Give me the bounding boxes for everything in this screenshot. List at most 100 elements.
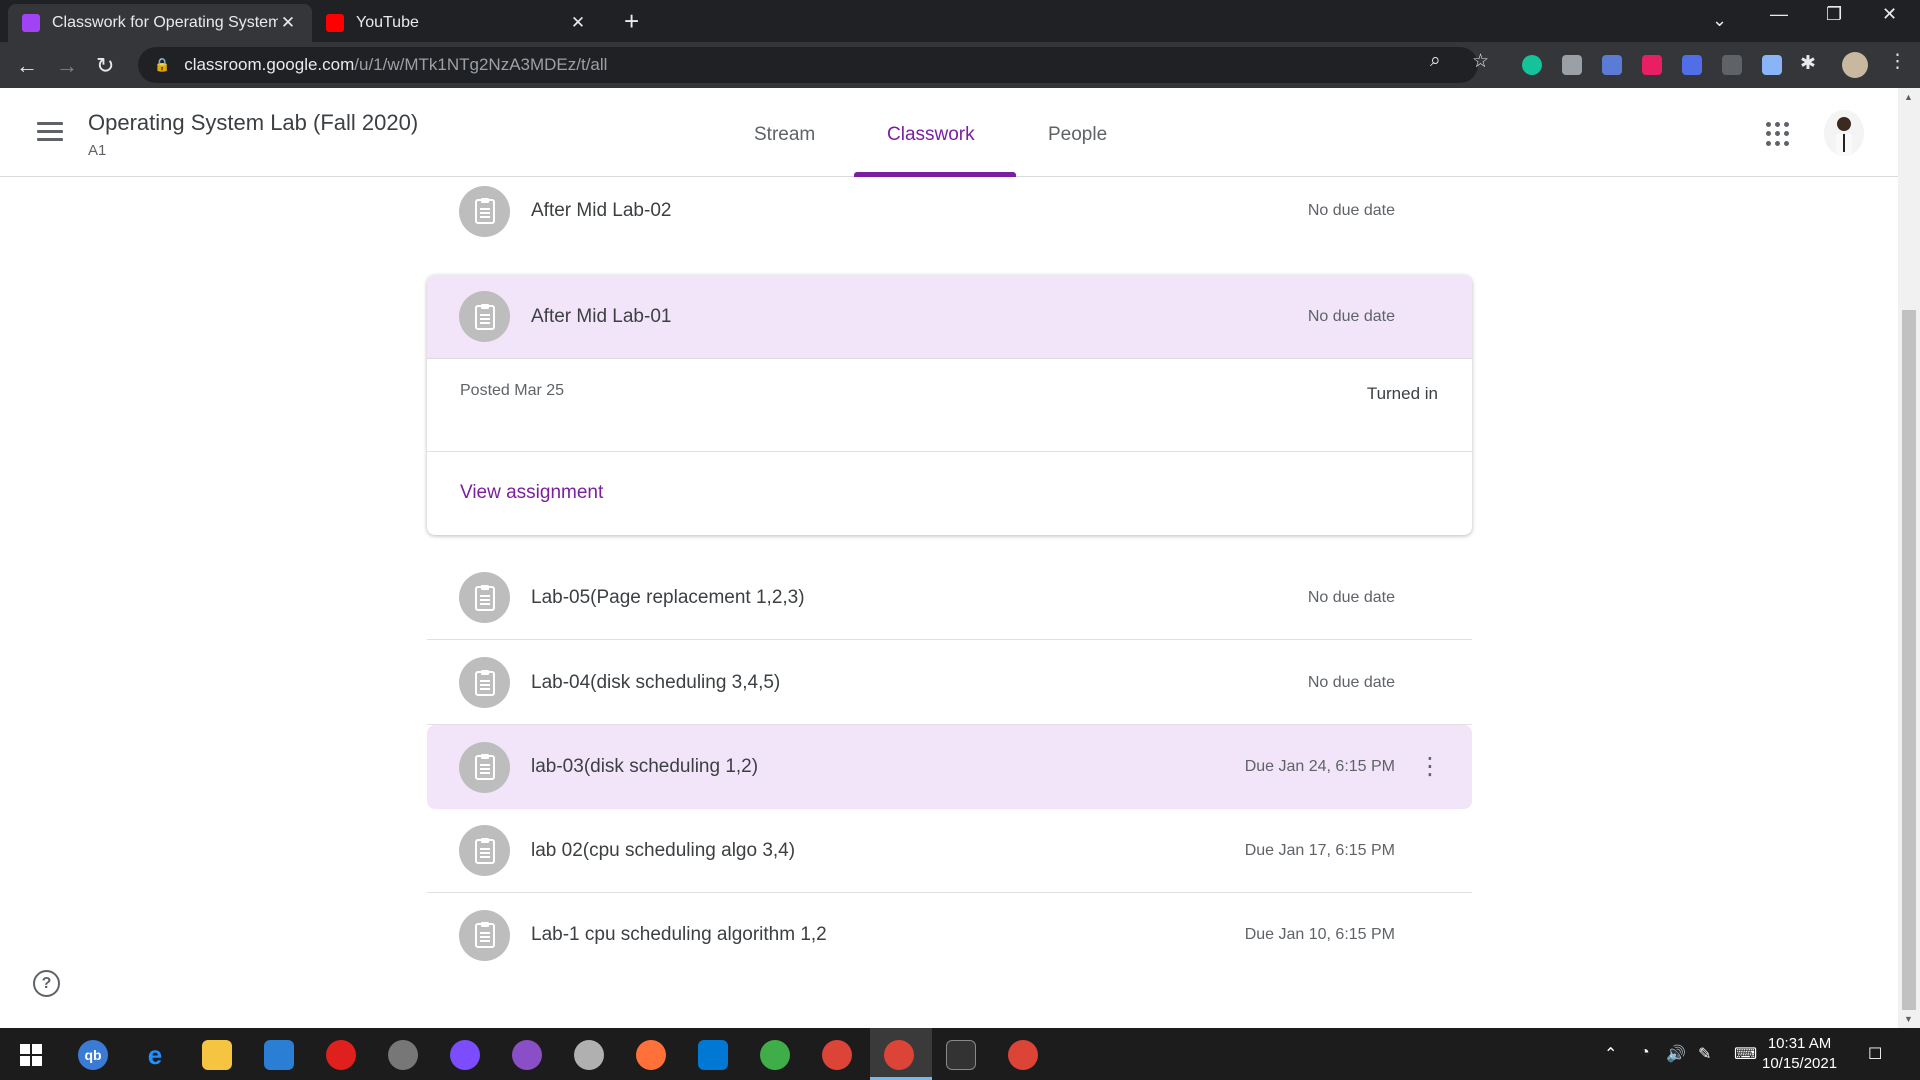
assignment-icon <box>459 657 510 708</box>
reload-icon[interactable]: ↻ <box>96 53 114 79</box>
extension-icon[interactable] <box>1602 55 1622 75</box>
notification-icon[interactable]: ☐ <box>1868 1044 1882 1064</box>
tab-stream[interactable]: Stream <box>754 124 815 146</box>
course-section: A1 <box>88 142 107 159</box>
new-tab-button[interactable]: + <box>624 6 639 37</box>
app-icon[interactable] <box>388 1040 418 1070</box>
clock-time: 10:31 AM <box>1767 1035 1832 1052</box>
puzzle-icon[interactable]: ✱ <box>1800 52 1816 75</box>
tab-classwork[interactable]: Classwork <box>887 124 975 146</box>
download-extension-icon[interactable] <box>1682 55 1702 75</box>
avatar[interactable] <box>1824 110 1864 156</box>
assignment-icon <box>459 909 510 961</box>
more-options-icon[interactable]: ⋮ <box>1418 755 1442 779</box>
terminal-icon[interactable] <box>946 1040 976 1070</box>
assignment-title: After Mid Lab-01 <box>531 306 672 327</box>
assignment-title: lab 02(cpu scheduling algo 3,4) <box>531 839 796 861</box>
divider <box>427 451 1472 452</box>
volume-icon[interactable]: 🔊 <box>1666 1044 1686 1064</box>
clock-date: 10/15/2021 <box>1762 1055 1838 1072</box>
assignment-row[interactable]: Lab-1 cpu scheduling algorithm 1,2 Due J… <box>427 893 1472 977</box>
profile-avatar[interactable] <box>1842 52 1868 78</box>
keyboard-icon[interactable]: ⌨ <box>1734 1044 1757 1064</box>
url-text: classroom.google.com/u/1/w/MTk1NTg2NzA3M… <box>184 55 607 75</box>
course-title[interactable]: Operating System Lab (Fall 2020) <box>88 110 418 136</box>
chrome-profile-icon[interactable] <box>1008 1040 1038 1070</box>
assignment-due: Due Jan 10, 6:15 PM <box>1244 926 1395 943</box>
scroll-thumb[interactable] <box>1902 310 1916 1010</box>
assignment-row[interactable]: Lab-05(Page replacement 1,2,3) No due da… <box>427 556 1472 640</box>
google-apps-icon[interactable] <box>1766 122 1790 146</box>
app-icon[interactable] <box>760 1040 790 1070</box>
menu-kebab-icon[interactable]: ⋮ <box>1888 50 1907 73</box>
help-icon[interactable]: ? <box>33 970 60 997</box>
page-scrollbar[interactable]: ▲ ▼ <box>1898 88 1920 1028</box>
assignment-title: After Mid Lab-02 <box>531 200 672 221</box>
assignment-row[interactable]: lab 02(cpu scheduling algo 3,4) Due Jan … <box>427 809 1472 893</box>
hamburger-menu-icon[interactable] <box>37 122 63 146</box>
firefox-icon[interactable] <box>636 1040 666 1070</box>
assignment-title: Lab-1 cpu scheduling algorithm 1,2 <box>531 924 827 945</box>
mail-icon[interactable] <box>264 1040 294 1070</box>
forward-icon[interactable]: → <box>56 53 78 79</box>
status-badge: Turned in <box>1366 384 1438 403</box>
assignment-icon <box>459 825 510 876</box>
github-icon[interactable] <box>512 1040 542 1070</box>
assignment-due: No due date <box>1307 308 1395 325</box>
play-extension-icon[interactable] <box>1642 55 1662 75</box>
close-icon[interactable]: ✕ <box>278 13 298 33</box>
url-path: /u/1/w/MTk1NTg2NzA3MDEz/t/all <box>354 55 608 74</box>
expanded-assignment-card: After Mid Lab-01 No due date Posted Mar … <box>427 275 1472 535</box>
pen-icon[interactable]: ✎ <box>1698 1044 1711 1064</box>
bookmark-star-icon[interactable]: ☆ <box>1472 50 1489 73</box>
vscode-icon[interactable] <box>698 1040 728 1070</box>
camera-extension-icon[interactable] <box>1562 55 1582 75</box>
assignment-row[interactable]: After Mid Lab-02 No due date <box>427 169 1472 253</box>
view-assignment-link[interactable]: View assignment <box>460 482 603 504</box>
address-bar[interactable]: 🔒 classroom.google.com/u/1/w/MTk1NTg2NzA… <box>138 47 1478 83</box>
wifi-icon[interactable]: ◔ <box>1640 1044 1650 1062</box>
qbittorrent-icon[interactable]: qb <box>78 1040 108 1070</box>
tray-chevron-icon[interactable]: ⌃ <box>1604 1044 1617 1064</box>
expanded-assignment-header[interactable]: After Mid Lab-01 No due date <box>427 275 1472 359</box>
browser-toolbar: ← → ↻ 🔒 classroom.google.com/u/1/w/MTk1N… <box>0 42 1920 88</box>
screen-extension-icon[interactable] <box>1722 55 1742 75</box>
app-icon[interactable] <box>574 1040 604 1070</box>
youtube-favicon-icon <box>326 14 344 32</box>
scroll-down-icon[interactable]: ▼ <box>1904 1014 1913 1024</box>
messenger-icon[interactable] <box>450 1040 480 1070</box>
posted-date: Posted Mar 25 <box>460 382 565 399</box>
tab-people[interactable]: People <box>1048 124 1107 146</box>
windows-start-icon[interactable] <box>16 1040 46 1070</box>
tab-search-icon[interactable]: ⌄ <box>1712 10 1727 31</box>
assignment-due: Due Jan 24, 6:15 PM <box>1244 758 1395 775</box>
chrome-active-icon[interactable] <box>884 1040 914 1070</box>
pen-extension-icon[interactable] <box>1762 55 1782 75</box>
browser-tab-strip: Classwork for Operating System L ✕ YouTu… <box>0 0 1920 42</box>
url-host: classroom.google.com <box>184 55 355 74</box>
assignment-due: No due date <box>1307 588 1395 606</box>
edge-icon[interactable]: e <box>140 1040 170 1070</box>
window-close-icon[interactable]: ✕ <box>1882 4 1897 25</box>
classroom-favicon-icon <box>22 14 40 32</box>
back-icon[interactable]: ← <box>16 53 38 79</box>
assignment-title: Lab-05(Page replacement 1,2,3) <box>531 586 805 608</box>
restore-icon[interactable]: ❐ <box>1826 4 1842 25</box>
scroll-up-icon[interactable]: ▲ <box>1904 92 1913 102</box>
tab-title: Classwork for Operating System L <box>52 14 278 31</box>
opera-icon[interactable] <box>326 1040 356 1070</box>
assignment-row[interactable]: Lab-04(disk scheduling 3,4,5) No due dat… <box>427 641 1472 725</box>
assignment-title: Lab-04(disk scheduling 3,4,5) <box>531 671 781 693</box>
close-icon[interactable]: ✕ <box>568 13 588 33</box>
browser-tab-youtube[interactable]: YouTube ✕ <box>312 4 602 42</box>
browser-tab-classroom[interactable]: Classwork for Operating System L ✕ <box>8 4 312 42</box>
assignment-icon <box>459 741 510 793</box>
zoom-icon[interactable]: ⌕ <box>1430 50 1441 72</box>
assignment-icon <box>459 572 510 623</box>
taskbar-clock[interactable]: 10:31 AM 10/15/2021 <box>1762 1034 1837 1074</box>
minimize-icon[interactable]: — <box>1770 4 1788 25</box>
chrome-icon[interactable] <box>822 1040 852 1070</box>
file-explorer-icon[interactable] <box>202 1040 232 1070</box>
grammarly-extension-icon[interactable] <box>1522 55 1542 75</box>
assignment-row[interactable]: lab-03(disk scheduling 1,2) Due Jan 24, … <box>427 725 1472 809</box>
